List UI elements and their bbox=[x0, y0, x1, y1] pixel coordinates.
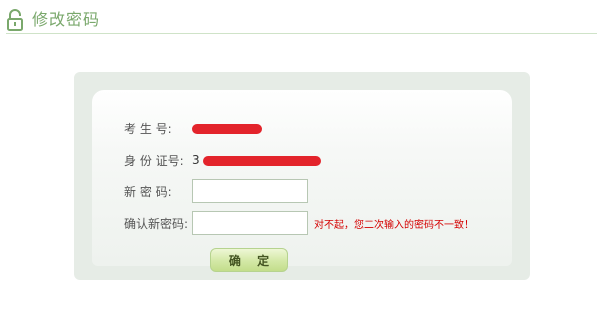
form-panel: 考 生 号: 身 份 证号: 3 新 密 码: 确认新密码: 对不起，您二次输入… bbox=[74, 72, 530, 280]
password-mismatch-error: 对不起，您二次输入的密码不一致！ bbox=[314, 219, 474, 231]
form-inner: 考 生 号: 身 份 证号: 3 新 密 码: 确认新密码: 对不起，您二次输入… bbox=[92, 90, 512, 272]
id-number-prefix: 3 bbox=[192, 153, 200, 167]
redaction-mark bbox=[192, 123, 262, 134]
page-header: 修改密码 bbox=[6, 6, 597, 34]
id-number-value: 3 bbox=[192, 153, 322, 167]
id-number-row: 身 份 证号: 3 bbox=[124, 147, 322, 173]
unlock-icon bbox=[6, 8, 24, 31]
confirm-button[interactable]: 确 定 bbox=[210, 248, 288, 272]
confirm-password-input[interactable] bbox=[192, 211, 308, 235]
new-password-input[interactable] bbox=[192, 179, 308, 203]
confirm-password-row: 确认新密码: 对不起，您二次输入的密码不一致！ bbox=[124, 210, 474, 236]
exam-number-label: 考 生 号: bbox=[124, 121, 172, 136]
id-number-label: 身 份 证号: bbox=[124, 153, 184, 168]
confirm-password-label: 确认新密码: bbox=[124, 216, 189, 231]
redaction-mark bbox=[203, 155, 322, 166]
new-password-row: 新 密 码: bbox=[124, 178, 308, 204]
new-password-label: 新 密 码: bbox=[124, 184, 172, 199]
exam-number-value bbox=[192, 121, 262, 135]
exam-number-row: 考 生 号: bbox=[124, 115, 262, 141]
page-title: 修改密码 bbox=[32, 9, 101, 29]
